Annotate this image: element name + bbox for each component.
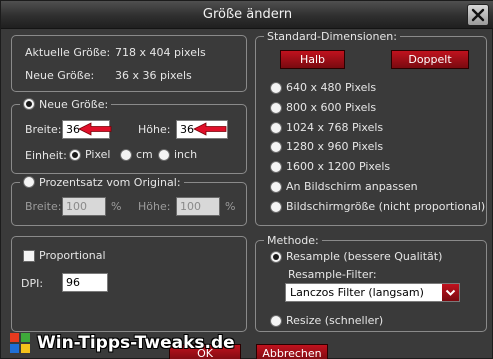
current-size-group: Aktuelle Größe: 718 x 404 pixels Neue Gr… (11, 35, 247, 92)
std-option-label: 640 x 480 Pixels (286, 81, 377, 94)
std-option-640[interactable]: 640 x 480 Pixels (270, 81, 376, 94)
unit-option-label: inch (174, 148, 198, 161)
proportional-checkbox[interactable] (23, 249, 35, 262)
title-bar[interactable]: Größe ändern (1, 1, 493, 29)
unit-option-cm[interactable]: cm (120, 148, 153, 161)
half-button[interactable]: Halb (280, 50, 345, 69)
std-option-label: Bildschirmgröße (nicht proportional) (286, 200, 486, 213)
percent-radio-row[interactable]: Prozentsatz vom Original: (20, 175, 184, 189)
std-option-fit-screen[interactable]: An Bildschirm anpassen (270, 180, 418, 193)
std-option-1280[interactable]: 1280 x 960 Pixels (270, 140, 383, 153)
std-radio[interactable] (270, 180, 282, 193)
std-option-label: 800 x 600 Pixels (286, 101, 377, 114)
unit-radio-pixel[interactable] (69, 148, 81, 161)
std-option-label: 1024 x 768 Pixels (286, 121, 384, 134)
resize-radio[interactable] (270, 314, 282, 327)
std-option-label: 1280 x 960 Pixels (286, 140, 384, 153)
new-size-info-value: 36 x 36 pixels (115, 69, 192, 82)
close-icon (471, 8, 485, 22)
std-radio[interactable] (270, 200, 282, 213)
double-button[interactable]: Doppelt (391, 50, 469, 69)
close-button[interactable] (467, 4, 489, 26)
windows-logo-icon (10, 333, 30, 353)
height-label: Höhe: (138, 123, 171, 136)
std-radio[interactable] (270, 140, 282, 153)
std-radio[interactable] (270, 121, 282, 134)
resample-option[interactable]: Resample (bessere Qualität) (270, 250, 442, 263)
new-size-info-label: Neue Größe: (25, 69, 95, 82)
dialog-title: Größe ändern (202, 7, 293, 22)
std-option-800[interactable]: 800 x 600 Pixels (270, 101, 376, 114)
percent-radio-label: Prozentsatz vom Original: (39, 175, 181, 189)
std-option-1024[interactable]: 1024 x 768 Pixels (270, 121, 383, 134)
proportional-option[interactable]: Proportional (23, 249, 106, 262)
resize-option[interactable]: Resize (schneller) (270, 314, 383, 327)
unit-option-pixel[interactable]: Pixel (69, 148, 110, 161)
percent-height-input[interactable] (176, 197, 220, 216)
dpi-input[interactable] (62, 273, 108, 292)
std-option-label: 1600 x 1200 Pixels (286, 160, 391, 173)
dropdown-button[interactable] (442, 284, 459, 301)
std-option-screen-size[interactable]: Bildschirmgröße (nicht proportional) (270, 200, 485, 213)
watermark: Win-Tipps-Tweaks.de (9, 332, 235, 354)
percent-width-label: Breite: (25, 200, 62, 213)
std-option-1600[interactable]: 1600 x 1200 Pixels (270, 160, 390, 173)
resample-radio[interactable] (270, 250, 282, 263)
std-option-label: An Bildschirm anpassen (286, 180, 418, 193)
proportional-label: Proportional (39, 249, 106, 262)
std-radio[interactable] (270, 160, 282, 173)
resize-dialog: Größe ändern Aktuelle Größe: 718 x 404 p… (0, 0, 493, 359)
std-radio[interactable] (270, 81, 282, 94)
unit-option-label: Pixel (85, 148, 111, 161)
watermark-text: Win-Tipps-Tweaks.de (37, 333, 235, 353)
std-radio[interactable] (270, 101, 282, 114)
resample-filter-value: Lanczos Filter (langsam) (290, 286, 424, 299)
resample-label: Resample (bessere Qualität) (286, 250, 443, 263)
current-size-value: 718 x 404 pixels (115, 46, 206, 59)
red-arrow-icon (78, 122, 112, 136)
dpi-label: DPI: (21, 277, 44, 290)
unit-label: Einheit: (25, 149, 67, 162)
unit-radio-inch[interactable] (158, 148, 170, 161)
new-size-radio-row[interactable]: Neue Größe: (20, 97, 112, 111)
resample-filter-label: Resample-Filter: (288, 268, 377, 281)
percent-radio[interactable] (23, 176, 35, 188)
percent-height-unit: % (225, 200, 236, 213)
resample-filter-select[interactable]: Lanczos Filter (langsam) (285, 283, 460, 302)
standard-dimensions-label: Standard-Dimensionen: (264, 29, 400, 43)
new-size-radio[interactable] (23, 98, 35, 110)
new-size-radio-label: Neue Größe: (39, 97, 109, 111)
percent-height-label: Höhe: (138, 200, 171, 213)
current-size-label: Aktuelle Größe: (25, 46, 111, 59)
chevron-down-icon (445, 289, 456, 296)
unit-option-label: cm (136, 148, 153, 161)
method-label: Methode: (264, 233, 322, 247)
width-label: Breite: (25, 123, 62, 136)
unit-radio-cm[interactable] (120, 148, 132, 161)
red-arrow-icon (193, 122, 227, 136)
cancel-button[interactable]: Abbrechen (256, 344, 328, 359)
unit-option-inch[interactable]: inch (158, 148, 197, 161)
resize-label: Resize (schneller) (286, 314, 384, 327)
percent-width-input[interactable] (62, 197, 106, 216)
new-size-group: Neue Größe: (11, 97, 247, 174)
percent-width-unit: % (111, 200, 122, 213)
